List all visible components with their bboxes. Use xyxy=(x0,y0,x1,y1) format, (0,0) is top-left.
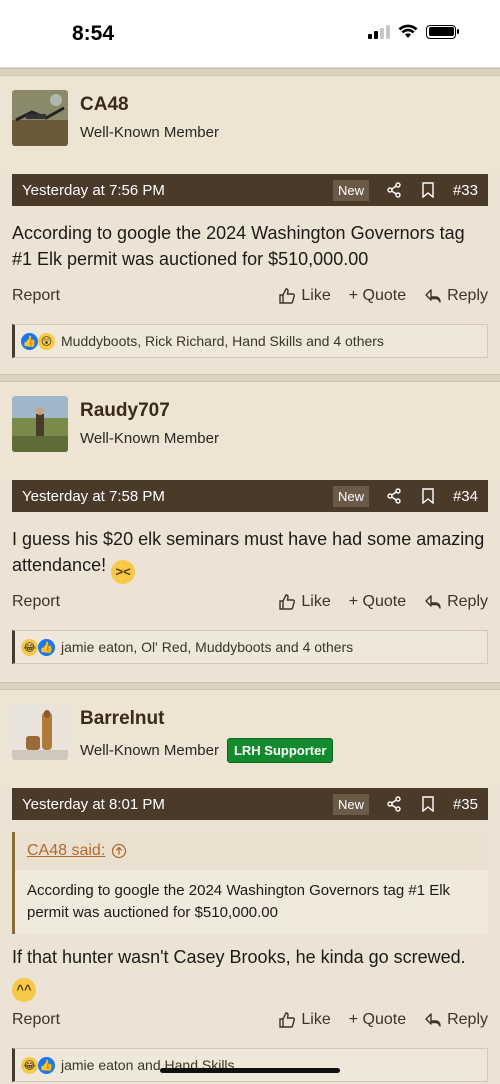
post-separator xyxy=(0,68,500,76)
reactions-text: Muddyboots, Rick Richard, Hand Skills an… xyxy=(61,333,384,349)
user-title-text: Well-Known Member xyxy=(80,742,219,759)
laugh-reaction-icon: 😂 xyxy=(21,638,38,656)
like-reaction-icon: 👍 xyxy=(38,638,55,656)
quote-button[interactable]: + Quote xyxy=(349,287,406,305)
like-button[interactable]: Like xyxy=(278,1011,331,1029)
post-date[interactable]: Yesterday at 8:01 PM xyxy=(22,796,333,813)
thumbs-up-icon xyxy=(279,594,296,610)
report-link[interactable]: Report xyxy=(12,593,260,611)
like-button[interactable]: Like xyxy=(278,593,331,611)
reply-button[interactable]: Reply xyxy=(424,1011,488,1029)
wifi-icon xyxy=(398,24,418,38)
status-icons xyxy=(368,24,459,39)
status-bar: 8:54 xyxy=(0,0,500,68)
laughing-emoji-icon: >< xyxy=(111,560,136,584)
laugh-reaction-icon: 😂 xyxy=(21,1056,38,1074)
reactions-bar[interactable]: 😂 👍 jamie eaton, Ol' Red, Muddyboots and… xyxy=(12,630,488,664)
signal-icon xyxy=(368,24,390,39)
like-label: Like xyxy=(301,287,331,304)
post-content-text: If that hunter wasn't Casey Brooks, he k… xyxy=(12,947,466,967)
like-reaction-icon: 👍 xyxy=(38,1056,55,1074)
reply-icon xyxy=(425,595,441,609)
post-content: If that hunter wasn't Casey Brooks, he k… xyxy=(0,934,500,1002)
supporter-badge: LRH Supporter xyxy=(226,738,334,763)
new-badge: New xyxy=(332,179,369,201)
bookmark-icon[interactable] xyxy=(419,795,437,813)
like-label: Like xyxy=(301,593,331,610)
reply-label: Reply xyxy=(447,593,488,610)
quote-block: CA48 said: According to google the 2024 … xyxy=(12,832,488,934)
reply-label: Reply xyxy=(447,287,488,304)
share-icon[interactable] xyxy=(385,487,403,505)
quote-button[interactable]: + Quote xyxy=(349,1011,406,1029)
user-title: Well-Known Member xyxy=(80,430,219,447)
thumbs-up-icon xyxy=(279,288,296,304)
like-reaction-icon: 👍 xyxy=(21,332,38,350)
post-date[interactable]: Yesterday at 7:58 PM xyxy=(22,488,333,505)
post: Raudy707 Well-Known Member Yesterday at … xyxy=(0,374,500,664)
username[interactable]: Barrelnut xyxy=(80,708,164,730)
user-title: Well-Known Member LRH Supporter xyxy=(80,738,334,763)
post-separator xyxy=(0,374,500,382)
quote-text: According to google the 2024 Washington … xyxy=(15,870,488,934)
tears-of-joy-emoji-icon: ^^ xyxy=(12,978,36,1002)
post: Barrelnut Well-Known Member LRH Supporte… xyxy=(0,682,500,1082)
share-icon[interactable] xyxy=(385,181,403,199)
post-date[interactable]: Yesterday at 7:56 PM xyxy=(22,182,333,199)
battery-icon xyxy=(426,24,459,39)
post-actions: Report Like + Quote Reply xyxy=(0,276,500,316)
new-badge: New xyxy=(332,485,369,507)
reply-button[interactable]: Reply xyxy=(424,593,488,611)
report-link[interactable]: Report xyxy=(12,1011,260,1029)
avatar[interactable] xyxy=(12,396,68,452)
user-title-text: Well-Known Member xyxy=(80,430,219,447)
arrow-up-circle-icon[interactable] xyxy=(111,843,127,859)
post-actions: Report Like + Quote Reply xyxy=(0,1000,500,1040)
quote-author[interactable]: CA48 said: xyxy=(27,842,105,860)
bookmark-icon[interactable] xyxy=(419,181,437,199)
post-number[interactable]: #33 xyxy=(453,182,478,199)
post-content-text: I guess his $20 elk seminars must have h… xyxy=(12,529,485,575)
reply-icon xyxy=(425,289,441,303)
thumbs-up-icon xyxy=(279,1012,296,1028)
post-number[interactable]: #34 xyxy=(453,488,478,505)
post-content: According to google the 2024 Washington … xyxy=(12,223,465,269)
like-label: Like xyxy=(301,1011,331,1028)
post: CA48 Well-Known Member Yesterday at 7:56… xyxy=(0,68,500,358)
like-button[interactable]: Like xyxy=(278,287,331,305)
post-meta-bar: Yesterday at 7:56 PM New #33 xyxy=(12,174,488,206)
share-icon[interactable] xyxy=(385,795,403,813)
username[interactable]: CA48 xyxy=(80,94,129,116)
post-actions: Report Like + Quote Reply xyxy=(0,582,500,622)
username[interactable]: Raudy707 xyxy=(80,400,170,422)
reply-icon xyxy=(425,1013,441,1027)
home-indicator[interactable] xyxy=(160,1068,340,1073)
user-block: Barrelnut Well-Known Member LRH Supporte… xyxy=(0,690,500,788)
post-meta-bar: Yesterday at 7:58 PM New #34 xyxy=(12,480,488,512)
thread-feed[interactable]: CA48 Well-Known Member Yesterday at 7:56… xyxy=(0,68,500,1084)
user-block: Raudy707 Well-Known Member xyxy=(0,382,500,480)
post-content: I guess his $20 elk seminars must have h… xyxy=(0,512,500,584)
new-badge: New xyxy=(332,793,369,815)
avatar[interactable] xyxy=(12,704,68,760)
post-meta-bar: Yesterday at 8:01 PM New #35 xyxy=(12,788,488,820)
report-link[interactable]: Report xyxy=(12,287,260,305)
user-title-text: Well-Known Member xyxy=(80,124,219,141)
user-title: Well-Known Member xyxy=(80,124,219,141)
reactions-bar[interactable]: 😂 👍 jamie eaton and Hand Skills xyxy=(12,1048,488,1082)
reply-button[interactable]: Reply xyxy=(424,287,488,305)
quote-header[interactable]: CA48 said: xyxy=(15,832,488,870)
user-block: CA48 Well-Known Member xyxy=(0,76,500,174)
reactions-text: jamie eaton, Ol' Red, Muddyboots and 4 o… xyxy=(61,639,354,655)
post-separator xyxy=(0,682,500,690)
quote-button[interactable]: + Quote xyxy=(349,593,406,611)
reply-label: Reply xyxy=(447,1011,488,1028)
wow-reaction-icon: 😲 xyxy=(38,332,55,350)
avatar[interactable] xyxy=(12,90,68,146)
status-time: 8:54 xyxy=(72,22,115,45)
reactions-bar[interactable]: 👍 😲 Muddyboots, Rick Richard, Hand Skill… xyxy=(12,324,488,358)
post-number[interactable]: #35 xyxy=(453,796,478,813)
bookmark-icon[interactable] xyxy=(419,487,437,505)
